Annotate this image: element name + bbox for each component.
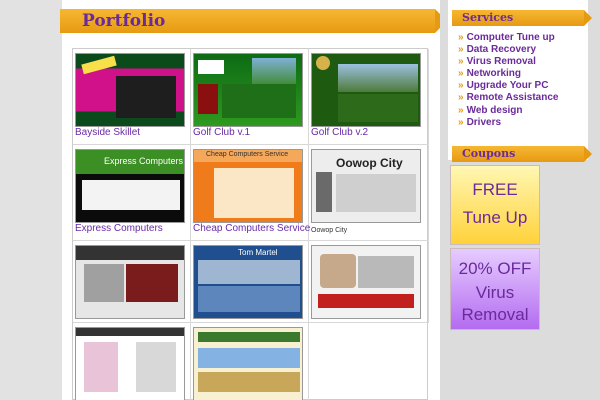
thumbnail-text: Tom Martel [238,248,278,257]
portfolio-thumbnail[interactable] [311,53,421,127]
portfolio-item[interactable] [191,323,309,400]
portfolio-caption[interactable]: Oowop City [311,227,347,234]
thumbnail-text: Express Computers [104,156,184,166]
services-list: » Computer Tune up » Data Recovery » Virus … [458,32,558,129]
portfolio-thumbnail[interactable] [75,245,185,319]
portfolio-item-express-computers[interactable]: Express Computers Express Computers [73,145,191,241]
portfolio-caption[interactable]: Express Computers [75,223,163,234]
portfolio-caption[interactable]: Golf Club v.2 [311,127,368,138]
portfolio-item-golf-club-v1[interactable]: Golf Club v.1 [191,49,309,145]
portfolio-thumbnail[interactable] [193,327,303,400]
top-strip [62,0,440,8]
portfolio-item[interactable] [309,241,429,323]
service-link[interactable]: » Web design [458,105,558,117]
portfolio-item-oowop-city[interactable]: Oowop City Oowop City [309,145,429,241]
portfolio-thumbnail[interactable] [75,327,185,400]
services-title: Services [462,11,514,24]
portfolio-thumbnail[interactable] [193,53,303,127]
left-gutter [0,0,62,400]
portfolio-item[interactable]: Tom Martel [191,241,309,323]
coupon-line: Removal [461,305,529,324]
portfolio-ribbon: Portfolio [60,9,447,33]
services-ribbon: Services [452,10,592,26]
coupon-line: Virus [475,283,515,302]
portfolio-item[interactable] [73,323,191,400]
thumbnail-text: Cheap Computers Service [206,151,289,158]
arrow-icon: » [458,32,464,43]
service-link[interactable]: » Upgrade Your PC [458,80,558,92]
service-link[interactable]: » Remote Assistance [458,92,558,104]
portfolio-item-golf-club-v2[interactable]: Golf Club v.2 [309,49,429,145]
portfolio-item-cheap-computers[interactable]: Cheap Computers Service Cheap Computers … [191,145,310,241]
coupons-title: Coupons [462,147,516,160]
portfolio-thumbnail[interactable]: Tom Martel [193,245,303,319]
portfolio-item-bayside-skillet[interactable]: Bayside Skillet [73,49,191,145]
portfolio-thumbnail[interactable]: Oowop City [311,149,421,223]
portfolio-thumbnail[interactable]: Express Computers [75,149,185,223]
portfolio-caption[interactable]: Bayside Skillet [75,127,140,138]
portfolio-caption[interactable]: Cheap Computers Service [193,223,310,234]
service-link[interactable]: » Data Recovery [458,44,558,56]
coupon-free-tune-up[interactable]: FREE Tune Up [450,165,540,245]
service-link[interactable]: » Drivers [458,117,558,129]
portfolio-thumbnail[interactable] [311,245,421,319]
arrow-icon: » [458,56,464,68]
coupons-ribbon: Coupons [452,146,592,162]
arrow-icon: » [458,116,464,128]
sidebar: Services » Computer Tune up » Data Recover… [440,0,600,400]
portfolio-caption[interactable]: Golf Club v.1 [193,127,250,138]
arrow-icon: » [458,68,464,80]
portfolio-thumbnail[interactable]: Cheap Computers Service [193,149,303,223]
arrow-icon: » [458,44,464,56]
arrow-icon: » [458,92,464,104]
portfolio-title: Portfolio [82,11,166,31]
portfolio-grid: Bayside Skillet Golf Club v.1 Golf Club … [72,48,429,400]
thumbnail-text: Oowop City [336,156,403,170]
arrow-icon: » [458,104,464,116]
portfolio-item[interactable] [73,241,191,323]
coupon-line: FREE [472,180,518,199]
coupon-virus-removal[interactable]: 20% OFF Virus Removal [450,248,540,330]
portfolio-thumbnail[interactable] [75,53,185,127]
arrow-icon: » [458,80,464,92]
coupon-line: Tune Up [462,208,528,227]
service-link[interactable]: » Computer Tune up [458,32,558,44]
main-content: Portfolio Bayside Skillet Golf Club v.1 [60,0,447,400]
service-link[interactable]: » Virus Removal [458,56,558,68]
service-link[interactable]: » Networking [458,68,558,80]
coupon-line: 20% OFF [458,259,532,278]
